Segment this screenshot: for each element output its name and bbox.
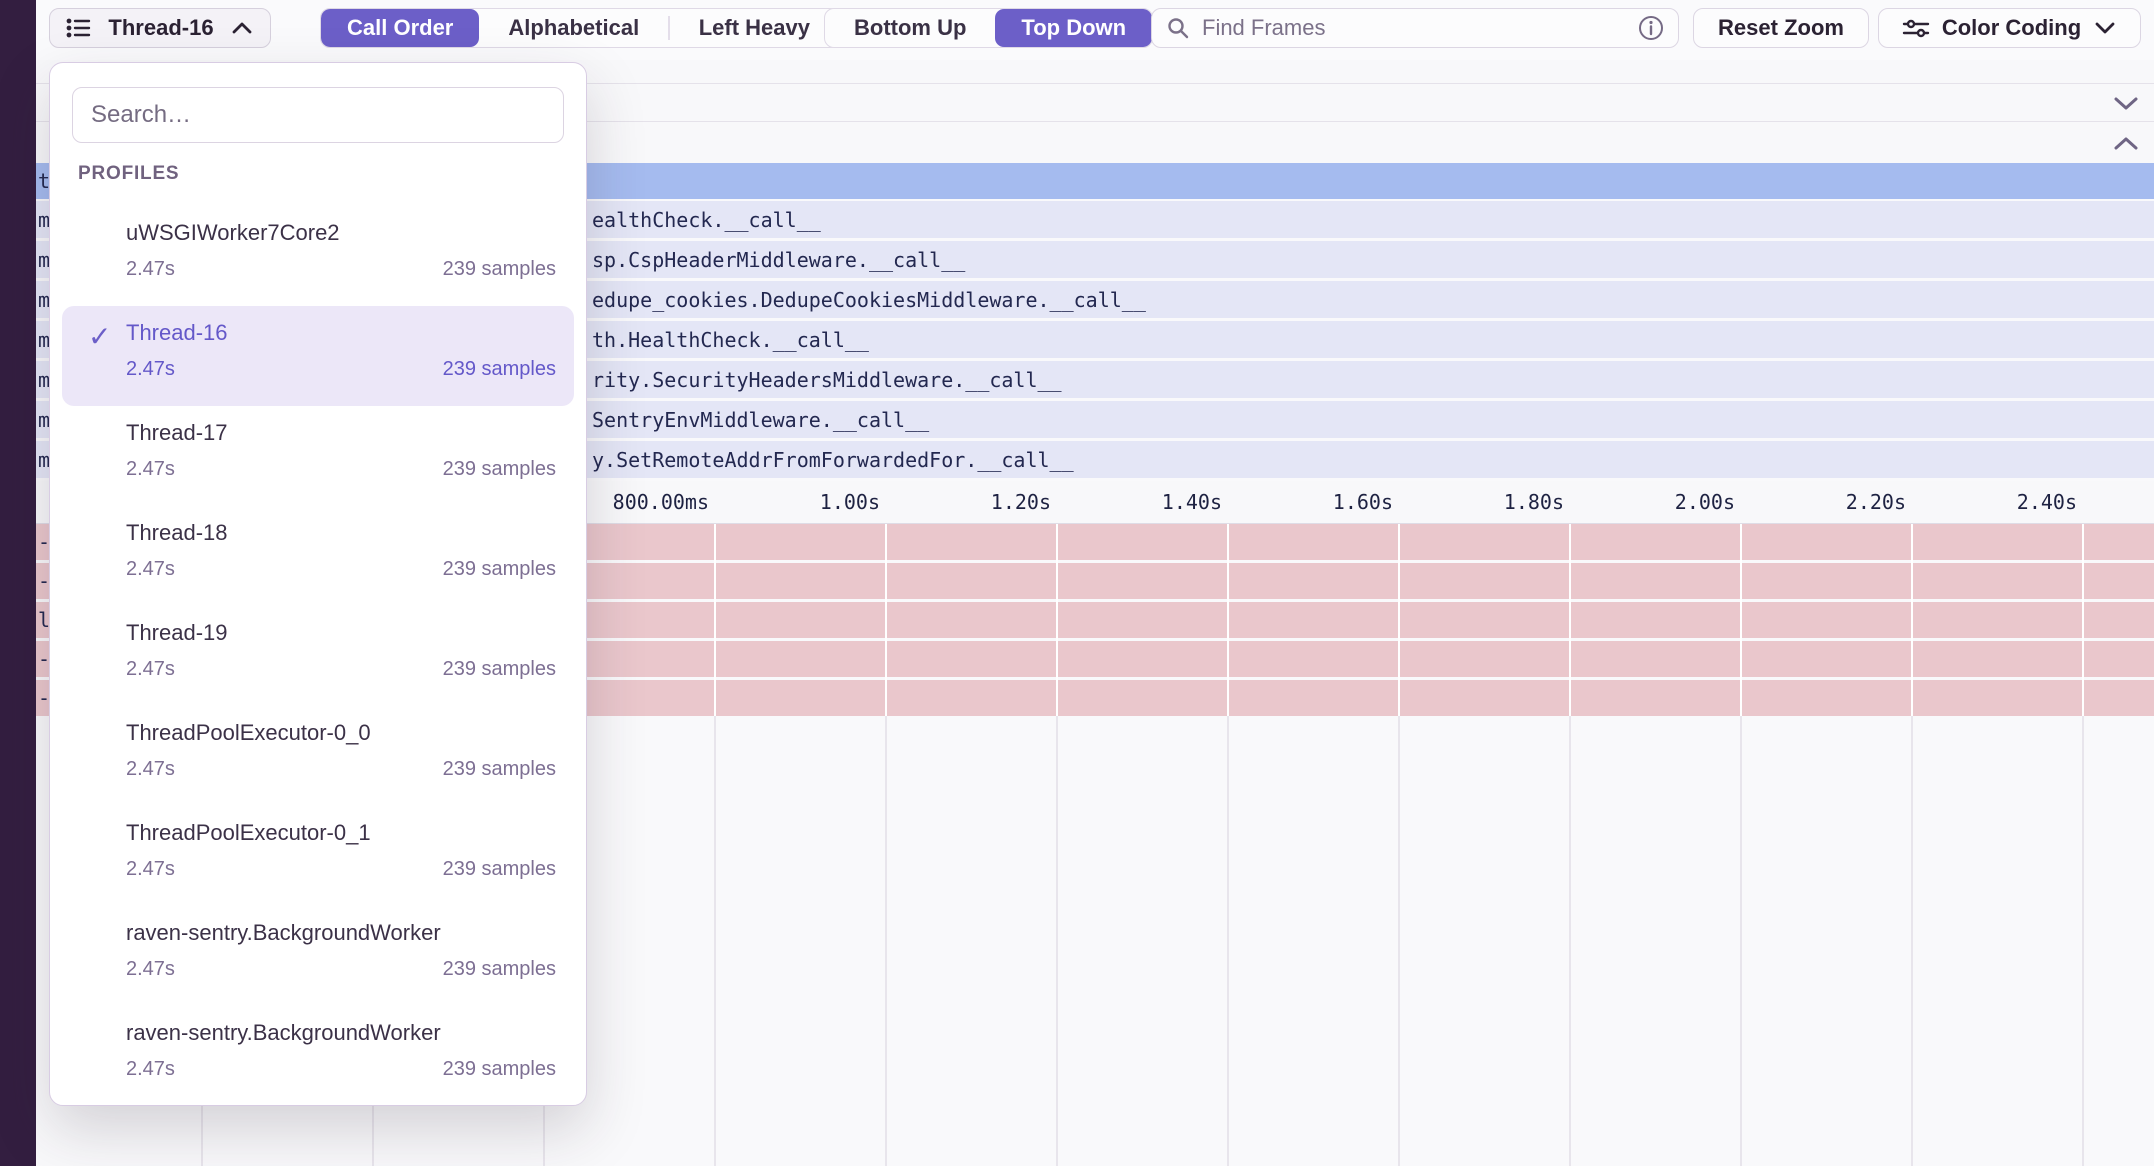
thread-list-item[interactable]: ThreadPoolExecutor-0_1 2.47s 239 samples xyxy=(62,806,574,906)
thread-name: Thread-17 xyxy=(126,420,228,446)
search-icon xyxy=(1166,16,1190,40)
thread-name: ThreadPoolExecutor-0_0 xyxy=(126,720,371,746)
thread-name: raven-sentry.BackgroundWorker xyxy=(126,1020,441,1046)
gridline xyxy=(714,716,716,1166)
frame-label: SentryEnvMiddleware.__call__ xyxy=(592,408,929,432)
gridline xyxy=(1056,716,1058,1166)
gridline xyxy=(1056,524,1058,716)
gridline xyxy=(2082,524,2084,716)
thread-name: Thread-19 xyxy=(126,620,228,646)
gridline xyxy=(885,524,887,716)
time-tick-label: 2.20s xyxy=(1846,490,1906,514)
thread-duration: 2.47s xyxy=(126,958,175,981)
thread-samples: 239 samples xyxy=(443,358,556,381)
gridline xyxy=(1398,716,1400,1166)
gridline xyxy=(1569,716,1571,1166)
thread-list-item[interactable]: Thread-17 2.47s 239 samples xyxy=(62,406,574,506)
time-tick-label: 2.40s xyxy=(2017,490,2077,514)
chevron-down-icon xyxy=(2093,20,2117,36)
gridline xyxy=(1911,524,1913,716)
chevron-up-icon[interactable] xyxy=(2112,134,2140,152)
thread-selector-button[interactable]: Thread-16 xyxy=(49,8,271,48)
sliders-icon xyxy=(1902,17,1930,39)
thread-list-item[interactable]: raven-sentry.BackgroundWorker 2.47s 239 sa… xyxy=(62,1006,574,1106)
time-tick-label: 800.00ms xyxy=(613,490,709,514)
time-tick-label: 1.40s xyxy=(1162,490,1222,514)
gridline xyxy=(1569,524,1571,716)
thread-selector-label: Thread-16 xyxy=(108,15,213,41)
thread-samples: 239 samples xyxy=(443,658,556,681)
frame-label: y.SetRemoteAddrFromForwardedFor.__call__ xyxy=(592,448,1074,472)
sort-option-call-order[interactable]: Call Order xyxy=(321,9,479,47)
chevron-down-icon[interactable] xyxy=(2112,94,2140,112)
time-tick-label: 1.20s xyxy=(991,490,1051,514)
gridline xyxy=(1227,716,1229,1166)
sort-option-left-heavy[interactable]: Left Heavy xyxy=(670,9,839,47)
thread-duration: 2.47s xyxy=(126,658,175,681)
thread-list-item[interactable]: uWSGIWorker7Core2 2.47s 239 samples xyxy=(62,206,574,306)
direction-option-bottom-up[interactable]: Bottom Up xyxy=(825,9,995,47)
time-tick-label: 1.00s xyxy=(820,490,880,514)
thread-name: ThreadPoolExecutor-0_1 xyxy=(126,820,371,846)
direction-option-top-down[interactable]: Top Down xyxy=(995,9,1152,47)
gridline xyxy=(2082,716,2084,1166)
time-tick-label: 1.60s xyxy=(1333,490,1393,514)
thread-samples: 239 samples xyxy=(443,758,556,781)
thread-samples: 239 samples xyxy=(443,1058,556,1081)
gridline xyxy=(1911,716,1913,1166)
thread-name: raven-sentry.BackgroundWorker xyxy=(126,920,441,946)
frame-label: ealthCheck.__call__ xyxy=(592,208,821,232)
direction-segmented-control: Bottom UpTop Down xyxy=(824,8,1153,48)
thread-list-item[interactable]: raven-sentry.BackgroundWorker 2.47s 239 sa… xyxy=(62,906,574,1006)
find-frames-input[interactable] xyxy=(1200,14,1638,42)
profiles-section-label: PROFILES xyxy=(78,163,179,185)
gridline xyxy=(1740,524,1742,716)
frame-label: edupe_cookies.DedupeCookiesMiddleware.__… xyxy=(592,288,1146,312)
thread-list-item[interactable]: Thread-19 2.47s 239 samples xyxy=(62,606,574,706)
thread-duration: 2.47s xyxy=(126,258,175,281)
color-coding-label: Color Coding xyxy=(1942,15,2081,41)
thread-samples: 239 samples xyxy=(443,958,556,981)
frame-label: rity.SecurityHeadersMiddleware.__call__ xyxy=(592,368,1062,392)
dropdown-search-input[interactable] xyxy=(72,87,564,143)
thread-dropdown-panel: PROFILES uWSGIWorker7Core2 2.47s 239 sampl… xyxy=(49,62,587,1106)
frame-label: th.HealthCheck.__call__ xyxy=(592,328,869,352)
thread-samples: 239 samples xyxy=(443,558,556,581)
thread-duration: 2.47s xyxy=(126,1058,175,1081)
frame-label: sp.CspHeaderMiddleware.__call__ xyxy=(592,248,965,272)
thread-samples: 239 samples xyxy=(443,458,556,481)
thread-duration: 2.47s xyxy=(126,558,175,581)
thread-duration: 2.47s xyxy=(126,858,175,881)
thread-name: Thread-16 xyxy=(126,320,228,346)
thread-duration: 2.47s xyxy=(126,358,175,381)
thread-samples: 239 samples xyxy=(443,258,556,281)
find-frames-box xyxy=(1151,8,1679,48)
gridline xyxy=(1227,524,1229,716)
thread-name: Thread-18 xyxy=(126,520,228,546)
gridline xyxy=(885,716,887,1166)
info-icon[interactable] xyxy=(1638,15,1664,41)
thread-duration: 2.47s xyxy=(126,758,175,781)
thread-list-item[interactable]: ThreadPoolExecutor-0_0 2.47s 239 samples xyxy=(62,706,574,806)
sort-option-alphabetical[interactable]: Alphabetical xyxy=(479,9,668,47)
time-tick-label: 2.00s xyxy=(1675,490,1735,514)
thread-list-item[interactable]: ✓ Thread-16 2.47s 239 samples xyxy=(62,306,574,406)
list-icon xyxy=(66,16,92,40)
gridline xyxy=(714,524,716,716)
gridline xyxy=(1398,524,1400,716)
check-icon: ✓ xyxy=(88,320,111,353)
thread-name: uWSGIWorker7Core2 xyxy=(126,220,340,246)
color-coding-button[interactable]: Color Coding xyxy=(1878,8,2141,48)
sort-mode-segmented-control: Call OrderAlphabeticalLeft Heavy xyxy=(320,8,840,48)
profiler-flamegraph-view: t mealthCheck.__call__msp.CspHeaderMiddl… xyxy=(0,0,2154,1166)
thread-list-item[interactable]: Thread-18 2.47s 239 samples xyxy=(62,506,574,606)
gridline xyxy=(1740,716,1742,1166)
thread-samples: 239 samples xyxy=(443,858,556,881)
toolbar: Thread-16 Call OrderAlphabeticalLeft Hea… xyxy=(36,0,2154,60)
thread-duration: 2.47s xyxy=(126,458,175,481)
reset-zoom-button[interactable]: Reset Zoom xyxy=(1693,8,1869,48)
chevron-up-icon xyxy=(230,20,254,36)
time-tick-label: 1.80s xyxy=(1504,490,1564,514)
left-sidebar xyxy=(0,0,36,1166)
